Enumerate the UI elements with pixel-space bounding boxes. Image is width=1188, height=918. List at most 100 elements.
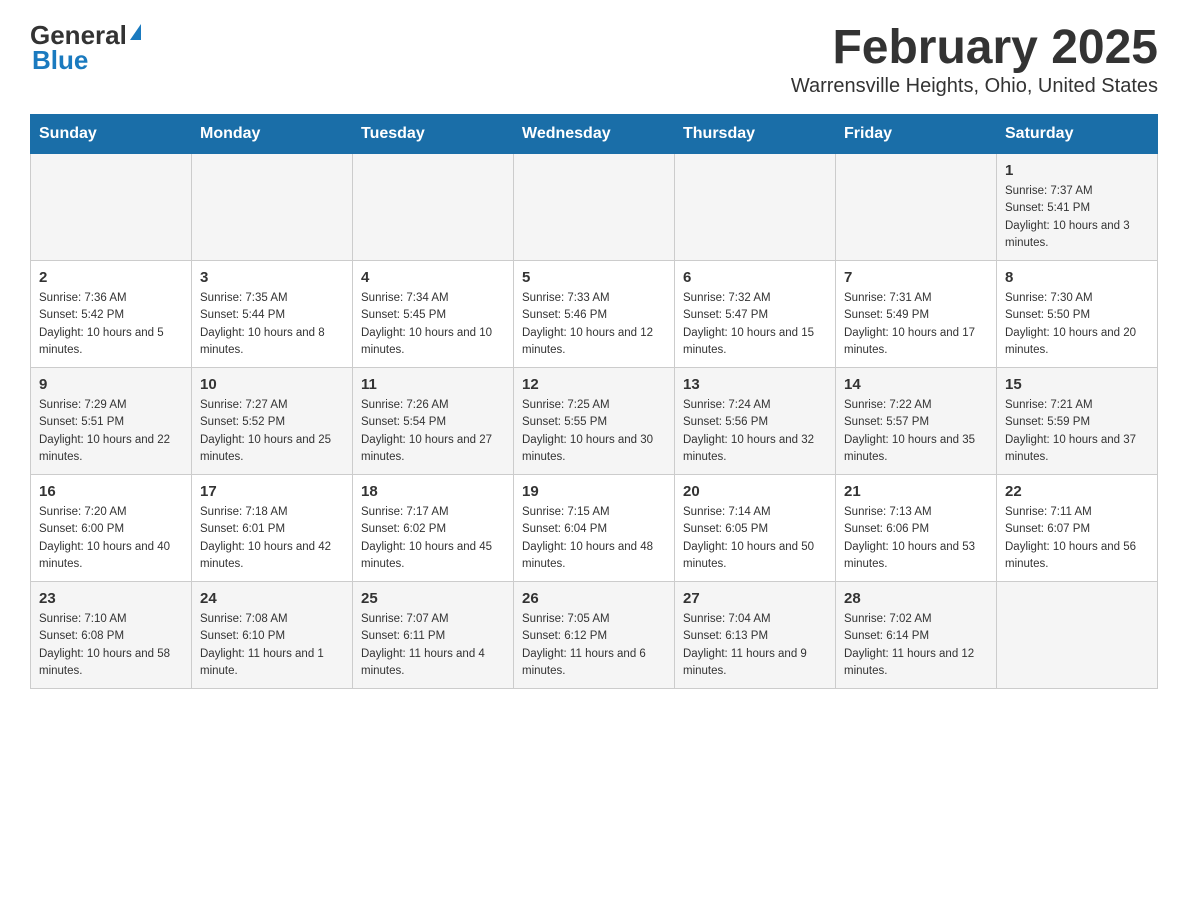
day-number: 3 — [200, 269, 344, 286]
day-of-week-header: Tuesday — [353, 115, 514, 154]
day-info: Sunrise: 7:26 AM Sunset: 5:54 PM Dayligh… — [361, 397, 505, 466]
calendar-cell: 22 Sunrise: 7:11 AM Sunset: 6:07 PM Dayli… — [997, 475, 1158, 582]
title-area: February 2025 Warrensville Heights, Ohio… — [791, 20, 1158, 98]
calendar-cell: 18 Sunrise: 7:17 AM Sunset: 6:02 PM Dayli… — [353, 475, 514, 582]
calendar-cell: 26 Sunrise: 7:05 AM Sunset: 6:12 PM Dayli… — [514, 582, 675, 689]
calendar-week-row: 23 Sunrise: 7:10 AM Sunset: 6:08 PM Dayli… — [31, 582, 1158, 689]
day-number: 13 — [683, 376, 827, 393]
day-number: 22 — [1005, 483, 1149, 500]
day-of-week-header: Thursday — [675, 115, 836, 154]
day-info: Sunrise: 7:31 AM Sunset: 5:49 PM Dayligh… — [844, 290, 988, 359]
day-number: 20 — [683, 483, 827, 500]
day-number: 6 — [683, 269, 827, 286]
day-number: 24 — [200, 590, 344, 607]
day-info: Sunrise: 7:10 AM Sunset: 6:08 PM Dayligh… — [39, 611, 183, 680]
calendar-cell: 19 Sunrise: 7:15 AM Sunset: 6:04 PM Dayli… — [514, 475, 675, 582]
day-info: Sunrise: 7:34 AM Sunset: 5:45 PM Dayligh… — [361, 290, 505, 359]
day-number: 2 — [39, 269, 183, 286]
day-info: Sunrise: 7:32 AM Sunset: 5:47 PM Dayligh… — [683, 290, 827, 359]
day-number: 5 — [522, 269, 666, 286]
day-of-week-header: Monday — [192, 115, 353, 154]
logo-triangle-icon — [130, 24, 141, 40]
calendar-cell: 2 Sunrise: 7:36 AM Sunset: 5:42 PM Daylig… — [31, 261, 192, 368]
day-of-week-header: Wednesday — [514, 115, 675, 154]
day-number: 17 — [200, 483, 344, 500]
day-number: 18 — [361, 483, 505, 500]
day-info: Sunrise: 7:37 AM Sunset: 5:41 PM Dayligh… — [1005, 183, 1149, 252]
day-info: Sunrise: 7:15 AM Sunset: 6:04 PM Dayligh… — [522, 504, 666, 573]
calendar-cell — [675, 154, 836, 261]
day-info: Sunrise: 7:02 AM Sunset: 6:14 PM Dayligh… — [844, 611, 988, 680]
calendar-cell: 8Sunrise: 7:30 AM Sunset: 5:50 PM Daylig… — [997, 261, 1158, 368]
day-number: 15 — [1005, 376, 1149, 393]
calendar-cell: 16 Sunrise: 7:20 AM Sunset: 6:00 PM Dayli… — [31, 475, 192, 582]
day-number: 25 — [361, 590, 505, 607]
day-info: Sunrise: 7:20 AM Sunset: 6:00 PM Dayligh… — [39, 504, 183, 573]
calendar-cell — [192, 154, 353, 261]
day-number: 26 — [522, 590, 666, 607]
day-number: 19 — [522, 483, 666, 500]
logo-area: General Blue — [30, 20, 141, 76]
calendar-cell: 20 Sunrise: 7:14 AM Sunset: 6:05 PM Dayli… — [675, 475, 836, 582]
day-number: 1 — [1005, 162, 1149, 179]
day-number: 21 — [844, 483, 988, 500]
calendar-cell: 12 Sunrise: 7:25 AM Sunset: 5:55 PM Dayli… — [514, 368, 675, 475]
day-info: Sunrise: 7:25 AM Sunset: 5:55 PM Dayligh… — [522, 397, 666, 466]
day-number: 27 — [683, 590, 827, 607]
calendar-cell: 13 Sunrise: 7:24 AM Sunset: 5:56 PM Dayli… — [675, 368, 836, 475]
calendar-cell: 5 Sunrise: 7:33 AM Sunset: 5:46 PM Daylig… — [514, 261, 675, 368]
day-info: Sunrise: 7:07 AM Sunset: 6:11 PM Dayligh… — [361, 611, 505, 680]
calendar-cell: 7 Sunrise: 7:31 AM Sunset: 5:49 PM Daylig… — [836, 261, 997, 368]
day-number: 12 — [522, 376, 666, 393]
calendar-cell: 14 Sunrise: 7:22 AM Sunset: 5:57 PM Dayli… — [836, 368, 997, 475]
day-info: Sunrise: 7:04 AM Sunset: 6:13 PM Dayligh… — [683, 611, 827, 680]
calendar-cell: 4 Sunrise: 7:34 AM Sunset: 5:45 PM Daylig… — [353, 261, 514, 368]
calendar-cell: 9Sunrise: 7:29 AM Sunset: 5:51 PM Daylig… — [31, 368, 192, 475]
day-info: Sunrise: 7:22 AM Sunset: 5:57 PM Dayligh… — [844, 397, 988, 466]
calendar-week-row: 16 Sunrise: 7:20 AM Sunset: 6:00 PM Dayli… — [31, 475, 1158, 582]
day-info: Sunrise: 7:17 AM Sunset: 6:02 PM Dayligh… — [361, 504, 505, 573]
calendar-header-row: SundayMondayTuesdayWednesdayThursdayFrid… — [31, 115, 1158, 154]
day-info: Sunrise: 7:36 AM Sunset: 5:42 PM Dayligh… — [39, 290, 183, 359]
day-info: Sunrise: 7:33 AM Sunset: 5:46 PM Dayligh… — [522, 290, 666, 359]
calendar-cell — [353, 154, 514, 261]
calendar-cell: 25 Sunrise: 7:07 AM Sunset: 6:11 PM Dayli… — [353, 582, 514, 689]
calendar-cell: 11 Sunrise: 7:26 AM Sunset: 5:54 PM Dayli… — [353, 368, 514, 475]
day-info: Sunrise: 7:14 AM Sunset: 6:05 PM Dayligh… — [683, 504, 827, 573]
day-of-week-header: Saturday — [997, 115, 1158, 154]
day-number: 14 — [844, 376, 988, 393]
calendar-cell — [31, 154, 192, 261]
day-info: Sunrise: 7:08 AM Sunset: 6:10 PM Dayligh… — [200, 611, 344, 680]
calendar-cell: 6 Sunrise: 7:32 AM Sunset: 5:47 PM Daylig… — [675, 261, 836, 368]
day-number: 9 — [39, 376, 183, 393]
calendar-cell — [514, 154, 675, 261]
day-info: Sunrise: 7:21 AM Sunset: 5:59 PM Dayligh… — [1005, 397, 1149, 466]
day-number: 7 — [844, 269, 988, 286]
day-of-week-header: Friday — [836, 115, 997, 154]
calendar-cell: 10Sunrise: 7:27 AM Sunset: 5:52 PM Dayli… — [192, 368, 353, 475]
day-info: Sunrise: 7:11 AM Sunset: 6:07 PM Dayligh… — [1005, 504, 1149, 573]
day-of-week-header: Sunday — [31, 115, 192, 154]
day-info: Sunrise: 7:24 AM Sunset: 5:56 PM Dayligh… — [683, 397, 827, 466]
day-number: 23 — [39, 590, 183, 607]
day-info: Sunrise: 7:05 AM Sunset: 6:12 PM Dayligh… — [522, 611, 666, 680]
calendar-week-row: 1 Sunrise: 7:37 AM Sunset: 5:41 PM Daylig… — [31, 154, 1158, 261]
calendar-cell: 23 Sunrise: 7:10 AM Sunset: 6:08 PM Dayli… — [31, 582, 192, 689]
calendar-cell: 21Sunrise: 7:13 AM Sunset: 6:06 PM Dayli… — [836, 475, 997, 582]
day-number: 11 — [361, 376, 505, 393]
logo-blue-text: Blue — [32, 45, 88, 76]
day-number: 4 — [361, 269, 505, 286]
calendar-cell — [836, 154, 997, 261]
calendar-cell — [997, 582, 1158, 689]
day-info: Sunrise: 7:27 AM Sunset: 5:52 PM Dayligh… — [200, 397, 344, 466]
calendar-cell: 1 Sunrise: 7:37 AM Sunset: 5:41 PM Daylig… — [997, 154, 1158, 261]
day-number: 8 — [1005, 269, 1149, 286]
calendar-cell: 15 Sunrise: 7:21 AM Sunset: 5:59 PM Dayli… — [997, 368, 1158, 475]
day-number: 16 — [39, 483, 183, 500]
calendar-cell: 24 Sunrise: 7:08 AM Sunset: 6:10 PM Dayli… — [192, 582, 353, 689]
calendar-cell: 28 Sunrise: 7:02 AM Sunset: 6:14 PM Dayli… — [836, 582, 997, 689]
day-number: 28 — [844, 590, 988, 607]
calendar-week-row: 2 Sunrise: 7:36 AM Sunset: 5:42 PM Daylig… — [31, 261, 1158, 368]
calendar-cell: 17Sunrise: 7:18 AM Sunset: 6:01 PM Dayli… — [192, 475, 353, 582]
calendar-week-row: 9Sunrise: 7:29 AM Sunset: 5:51 PM Daylig… — [31, 368, 1158, 475]
